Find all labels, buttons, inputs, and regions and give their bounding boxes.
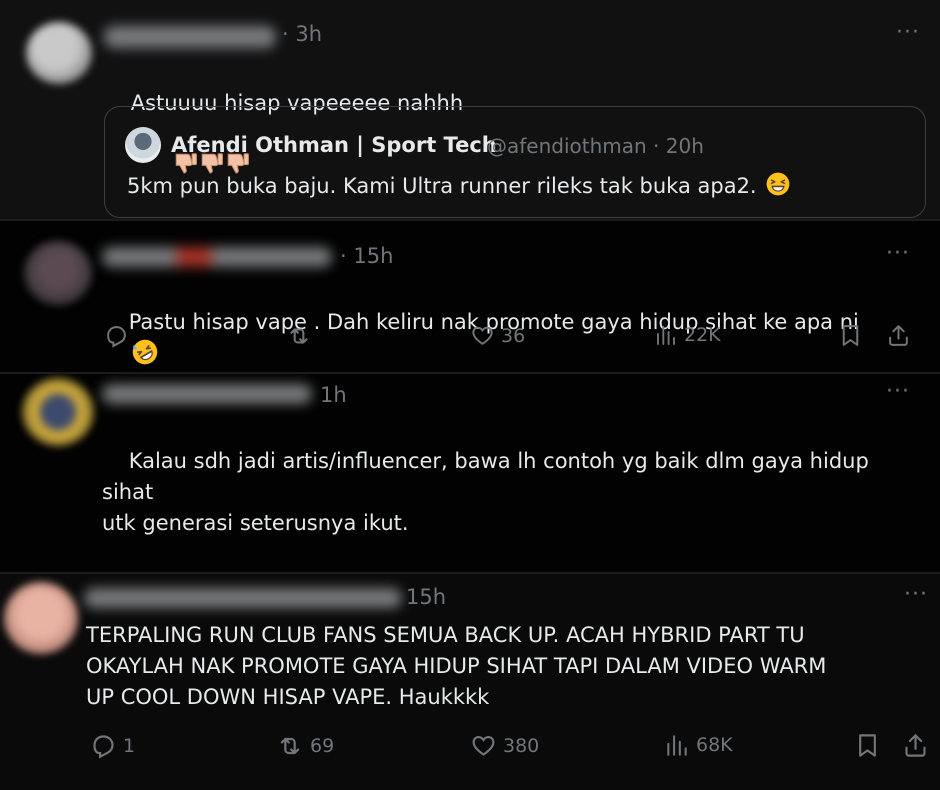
like-button[interactable]: 36 (470, 323, 525, 348)
views-button[interactable]: 22K (654, 323, 721, 347)
post-time[interactable]: · 3h (282, 22, 322, 46)
post-actions: 1 69 380 68K (0, 732, 940, 768)
username-blurred[interactable] (84, 588, 402, 608)
more-options-icon[interactable]: ··· (904, 582, 928, 607)
post-3[interactable]: 1h ··· Kalau sdh jadi artis/influencer, … (0, 372, 940, 574)
username-blurred[interactable] (102, 384, 312, 404)
laughing-face-icon (765, 171, 791, 202)
avatar[interactable] (22, 378, 94, 446)
reply-icon (104, 323, 129, 348)
quoted-post[interactable]: Afendi Othman | Sport Tech @afendiothman… (104, 106, 926, 218)
username-blurred[interactable] (102, 247, 332, 267)
share-icon (886, 323, 911, 348)
post-time[interactable]: · 15h (340, 244, 393, 268)
post-time[interactable]: 1h (320, 383, 347, 407)
quoted-text: 5km pun buka baju. Kami Ultra runner ril… (127, 171, 791, 202)
bookmark-button[interactable] (854, 732, 881, 759)
repost-button[interactable] (286, 323, 318, 349)
bookmark-icon (854, 732, 881, 759)
share-icon (902, 732, 929, 759)
username-blurred[interactable] (104, 26, 276, 48)
quoted-author-name[interactable]: Afendi Othman | Sport Tech (171, 133, 497, 157)
quoted-text-content: 5km pun buka baju. Kami Ultra runner ril… (127, 174, 757, 198)
repost-count: 69 (310, 735, 335, 757)
more-options-icon[interactable]: ··· (896, 20, 920, 45)
views-icon (654, 323, 678, 347)
post-1[interactable]: · 3h ··· Astuuuu hisap vapeeeee nahhh Af… (0, 0, 940, 219)
post-2[interactable]: · 15h ··· Pastu hisap vape . Dah keliru … (0, 219, 940, 374)
more-options-icon[interactable]: ··· (886, 241, 910, 266)
quoted-author-handle[interactable]: @afendiothman · 20h (487, 134, 704, 158)
more-options-icon[interactable]: ··· (886, 379, 910, 404)
bookmark-icon (838, 323, 863, 348)
reply-count: 1 (123, 734, 136, 757)
repost-icon (286, 323, 312, 349)
views-count: 22K (684, 324, 721, 346)
quoted-avatar[interactable] (125, 127, 161, 163)
post-text-content: Kalau sdh jadi artis/influencer, bawa lh… (102, 449, 869, 574)
share-button[interactable] (902, 732, 929, 759)
post-time[interactable]: 15h (406, 585, 446, 609)
heart-icon (470, 323, 495, 348)
avatar[interactable] (4, 582, 78, 654)
bookmark-button[interactable] (838, 323, 863, 348)
repost-button[interactable]: 69 (276, 732, 334, 760)
like-count: 36 (501, 324, 526, 347)
post-actions: 36 22K (0, 323, 940, 359)
post-4[interactable]: 15h ··· TERPALING RUN CLUB FANS SEMUA BA… (0, 572, 940, 790)
avatar[interactable] (24, 241, 92, 305)
reply-icon (90, 732, 117, 759)
like-count: 380 (503, 734, 540, 757)
avatar[interactable] (26, 22, 92, 84)
share-button[interactable] (886, 323, 911, 348)
views-count: 68K (696, 734, 733, 756)
post-text: Kalau sdh jadi artis/influencer, bawa lh… (102, 415, 922, 574)
reply-button[interactable] (104, 323, 135, 348)
repost-icon (276, 732, 304, 760)
like-button[interactable]: 380 (470, 732, 539, 759)
reply-button[interactable]: 1 (90, 732, 135, 759)
post-text: TERPALING RUN CLUB FANS SEMUA BACK UP. A… (86, 623, 827, 709)
heart-icon (470, 732, 497, 759)
views-icon (664, 732, 690, 758)
views-button[interactable]: 68K (664, 732, 733, 758)
